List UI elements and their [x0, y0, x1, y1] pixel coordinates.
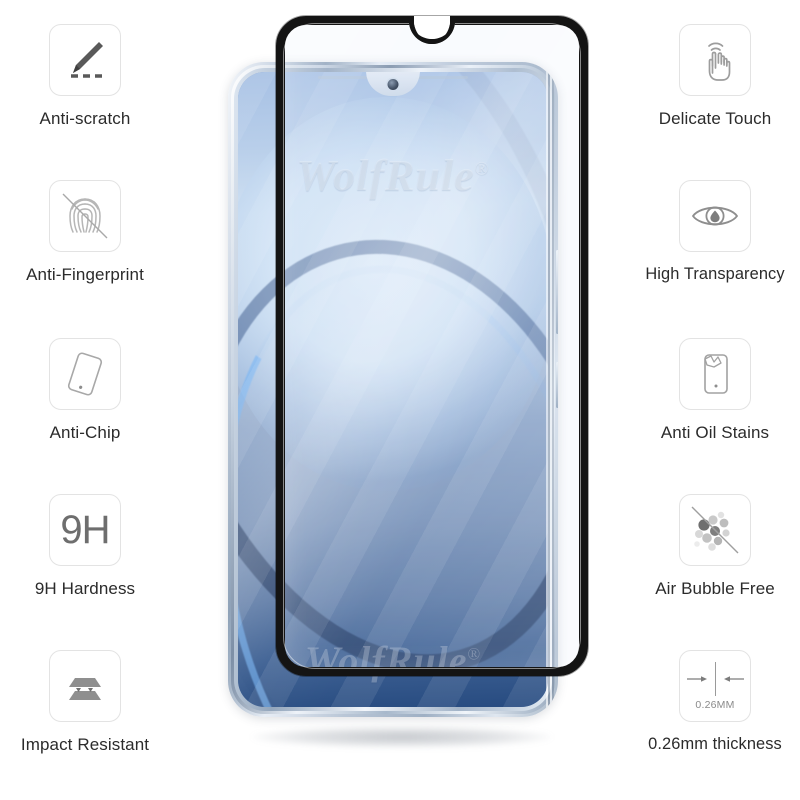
tempered-glass-protector — [276, 16, 588, 676]
thickness-divider — [714, 661, 716, 696]
right-feature-column: Delicate Touch High Transparency Anti Oi… — [630, 0, 800, 800]
feature-air-bubble-free[interactable]: Air Bubble Free — [630, 494, 800, 599]
feature-label: Anti Oil Stains — [660, 423, 770, 442]
anti-oil-stains-icon-box — [679, 338, 751, 410]
feature-anti-scratch[interactable]: Anti-scratch — [0, 24, 170, 129]
arrow-right-icon — [686, 675, 707, 682]
bubbles-crossed-icon — [691, 506, 739, 554]
thickness-caliper-icon — [686, 661, 745, 696]
tilted-phone-icon — [67, 352, 103, 396]
feature-9h-hardness[interactable]: 9H 9H Hardness — [0, 494, 170, 599]
layered-plates-icon — [69, 678, 101, 700]
scratch-pen-icon — [71, 42, 103, 78]
feature-label: Anti-scratch — [39, 109, 131, 128]
high-transparency-icon-box — [679, 180, 751, 252]
delicate-touch-icon-box — [679, 24, 751, 96]
nine-h-icon: 9H — [60, 508, 110, 552]
thickness-icon-box: 0.26MM — [679, 650, 751, 722]
feature-label: 9H Hardness — [34, 579, 136, 598]
glass-reflection — [285, 25, 579, 667]
feature-label: Air Bubble Free — [655, 579, 775, 598]
feature-label: Delicate Touch — [658, 109, 772, 128]
tap-hand-icon — [708, 42, 731, 81]
arrow-left-icon — [723, 675, 744, 682]
feature-anti-chip[interactable]: Anti-Chip — [0, 338, 170, 443]
feature-anti-fingerprint[interactable]: Anti-Fingerprint — [0, 180, 170, 285]
anti-fingerprint-icon-box — [49, 180, 121, 252]
glass-edge-highlight — [283, 23, 581, 669]
anti-chip-icon-box — [49, 338, 121, 410]
anti-scratch-icon-box — [49, 24, 121, 96]
feature-anti-oil-stains[interactable]: Anti Oil Stains — [630, 338, 800, 443]
eye-icon — [692, 206, 738, 226]
left-feature-column: Anti-scratch Anti-Fingerprint Anti-Chip … — [0, 0, 170, 800]
phone-oil-drop-icon — [704, 354, 728, 394]
feature-thickness[interactable]: 0.26MM 0.26mm thickness — [630, 650, 800, 754]
feature-delicate-touch[interactable]: Delicate Touch — [630, 24, 800, 129]
thickness-value-text: 0.26MM — [695, 698, 735, 711]
feature-label: 0.26mm thickness — [648, 735, 782, 753]
phone-product-image: WolfRule® WolfRule® — [200, 0, 600, 800]
impact-resistant-icon-box — [49, 650, 121, 722]
feature-label: High Transparency — [645, 265, 785, 283]
feature-impact-resistant[interactable]: Impact Resistant — [0, 650, 170, 755]
nine-h-icon-box: 9H — [49, 494, 121, 566]
product-infographic: Anti-scratch Anti-Fingerprint Anti-Chip … — [0, 0, 800, 800]
feature-label: Anti-Chip — [49, 423, 121, 442]
feature-label: Impact Resistant — [20, 735, 150, 754]
feature-high-transparency[interactable]: High Transparency — [630, 180, 800, 284]
phone-drop-shadow — [252, 726, 552, 748]
fingerprint-crossed-icon — [62, 193, 108, 239]
feature-label: Anti-Fingerprint — [26, 265, 144, 284]
air-bubble-free-icon-box — [679, 494, 751, 566]
